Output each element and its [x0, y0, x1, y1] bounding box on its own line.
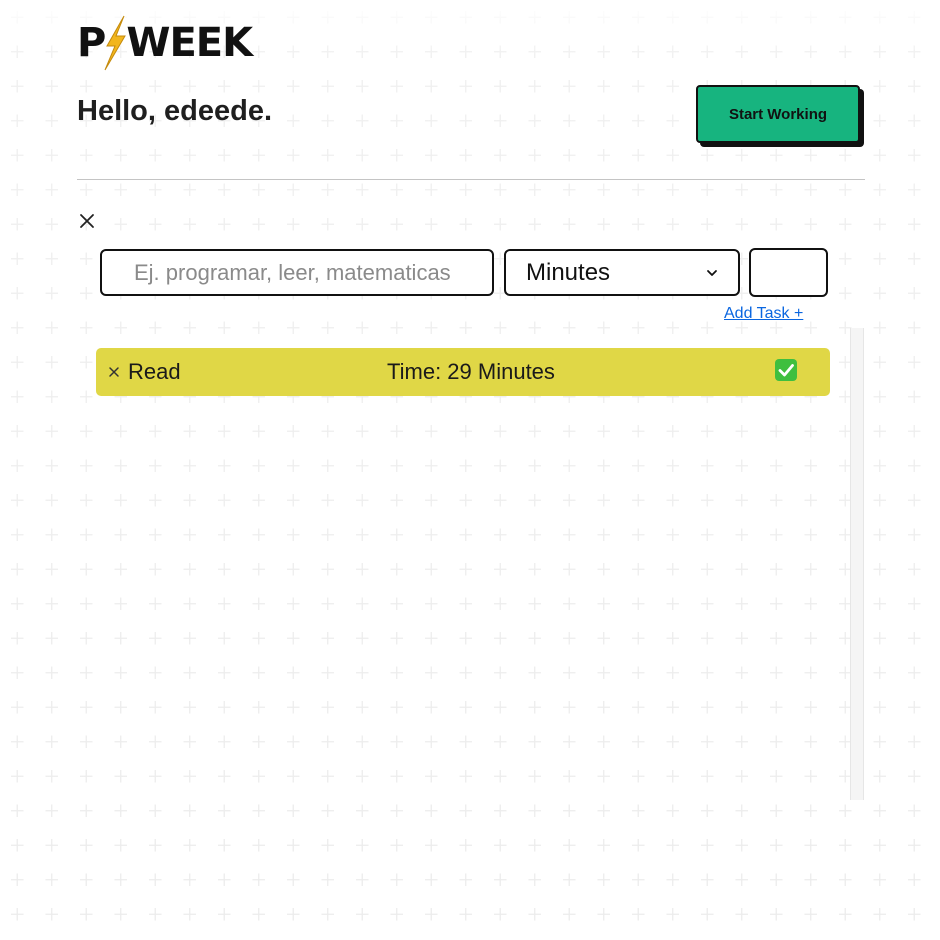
app-logo[interactable]: P WEEK [77, 14, 253, 72]
task-time: Time: 29 Minutes [387, 359, 555, 384]
task-name: Read [128, 359, 181, 384]
close-icon[interactable] [77, 211, 97, 231]
task-list-scrollbar[interactable] [850, 328, 864, 800]
greeting-heading: Hello, edeede. [77, 95, 273, 127]
task-name-input[interactable] [100, 249, 494, 296]
header-divider [77, 179, 865, 180]
task-complete-check-icon[interactable] [775, 359, 797, 381]
task-row[interactable]: Read Time: 29 Minutes [96, 348, 830, 396]
time-unit-select[interactable]: Minutes [504, 249, 740, 296]
time-unit-value: Minutes [526, 258, 611, 286]
logo-suffix: WEEK [126, 20, 253, 66]
logo-prefix: P [77, 20, 106, 66]
add-task-link[interactable]: Add Task + [724, 305, 803, 323]
time-amount-input[interactable] [749, 248, 828, 297]
start-working-button[interactable]: Start Working [696, 85, 860, 143]
remove-task-icon[interactable] [104, 362, 124, 382]
chevron-down-icon [707, 269, 717, 276]
lightning-bolt-icon [104, 15, 127, 71]
